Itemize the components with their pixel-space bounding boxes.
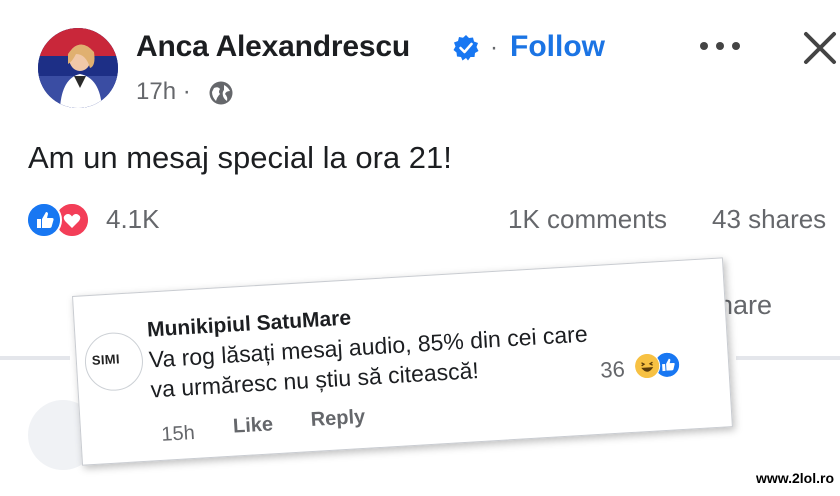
comment-reaction-count[interactable]: 36 [600, 356, 626, 383]
avatar-photo [38, 28, 118, 108]
author-name[interactable]: Anca Alexandrescu [136, 30, 410, 64]
divider [0, 356, 70, 360]
comment-timestamp[interactable]: 15h [161, 422, 196, 447]
watermark: www.2lol.ro [755, 470, 834, 486]
author-avatar[interactable] [38, 28, 118, 108]
more-options-icon[interactable] [698, 40, 744, 54]
comment-author-avatar[interactable]: SIMI [83, 330, 145, 393]
post-timestamp[interactable]: 17h · [136, 78, 191, 106]
haha-reaction-icon[interactable] [633, 352, 661, 380]
globe-icon [209, 81, 233, 105]
reaction-count[interactable]: 4.1K [106, 204, 160, 235]
comment-like-button[interactable]: Like [232, 413, 273, 438]
divider [736, 356, 840, 360]
comments-count[interactable]: 1K comments [508, 204, 667, 235]
shares-count[interactable]: 43 shares [712, 204, 826, 235]
avatar-logo-text: SIMI [91, 351, 121, 368]
follow-button[interactable]: Follow [510, 30, 605, 64]
comment-reply-button[interactable]: Reply [310, 406, 366, 432]
separator-dot: · [490, 34, 498, 61]
close-icon[interactable] [800, 28, 840, 68]
post-header: Anca Alexandrescu · Follow 17h · [38, 28, 838, 118]
like-reaction-icon[interactable] [26, 202, 62, 238]
reactions-bar: 4.1K 1K comments 43 shares [26, 198, 836, 238]
verified-badge-icon [453, 35, 479, 61]
post-text: Am un mesaj special la ora 21! [28, 140, 452, 175]
comment-card: SIMI Munikipiul SatuMare Va rog lăsați m… [72, 257, 733, 466]
